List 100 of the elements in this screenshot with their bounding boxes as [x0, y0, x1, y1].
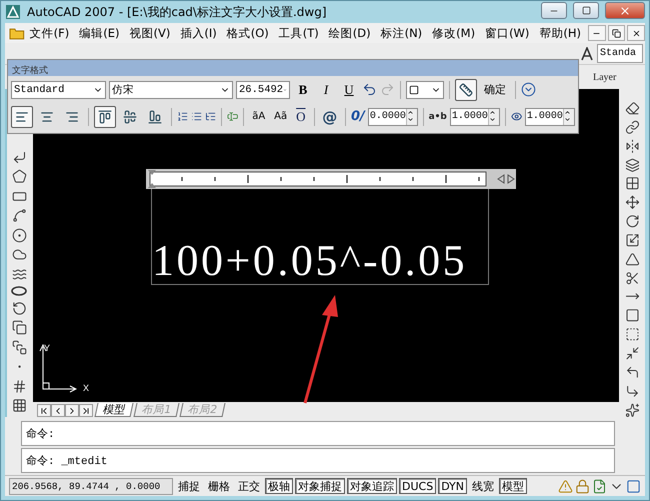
- menu-item[interactable]: 修改(M): [427, 26, 480, 40]
- menu-item[interactable]: 格式(O): [222, 26, 274, 40]
- hatch-icon[interactable]: [12, 378, 26, 394]
- close-button[interactable]: [605, 2, 645, 19]
- lock-icon[interactable]: [575, 478, 590, 494]
- down-icon: [564, 116, 571, 122]
- scale-icon[interactable]: [624, 232, 640, 248]
- ellipse-icon[interactable]: [11, 286, 27, 296]
- layout-tab[interactable]: 模型: [94, 403, 134, 417]
- first-tab-button[interactable]: [37, 404, 51, 417]
- mirror-icon[interactable]: [624, 138, 640, 154]
- arrows-icon[interactable]: [624, 346, 640, 361]
- overline-button[interactable]: O: [293, 106, 309, 126]
- format-button[interactable]: I: [316, 80, 336, 100]
- close-icon: [632, 28, 641, 38]
- width-factor-field[interactable]: 1.0000: [524, 108, 575, 126]
- options-icon[interactable]: [521, 82, 536, 97]
- chain-link-icon[interactable]: [624, 120, 640, 134]
- square-icon[interactable]: [626, 478, 641, 494]
- folder-icon[interactable]: [9, 26, 25, 40]
- copy-icon[interactable]: [12, 320, 26, 335]
- menu-item[interactable]: 绘图(D): [324, 26, 376, 40]
- format-button[interactable]: B: [293, 80, 313, 100]
- menu-item[interactable]: 文件(F): [24, 26, 74, 40]
- x-axis-label: X: [83, 383, 90, 393]
- stacked-squares-icon[interactable]: [12, 340, 26, 354]
- up-icon: [406, 108, 414, 116]
- close-icon: [619, 4, 631, 16]
- case-button[interactable]: Aã: [271, 106, 290, 126]
- minimize-button[interactable]: [588, 25, 606, 41]
- align-bottom-icon: [148, 110, 162, 124]
- ruler-icon: [459, 82, 473, 96]
- dashed-square-icon[interactable]: [624, 327, 640, 342]
- document-check-icon[interactable]: [592, 478, 607, 494]
- color-dropdown[interactable]: [406, 80, 444, 98]
- eraser-icon[interactable]: [624, 101, 640, 116]
- tracking-field[interactable]: 1.0000: [450, 108, 500, 126]
- ruler-toggle[interactable]: [455, 78, 477, 100]
- warning-icon[interactable]: [558, 478, 573, 494]
- style-dropdown[interactable]: Standard: [11, 80, 106, 98]
- hooked-arrow-icon[interactable]: [12, 150, 26, 164]
- window-title: AutoCAD 2007 - [E:\我的cad\标注文字大小设置.dwg]: [27, 4, 327, 20]
- status-toggle[interactable]: 极轴: [265, 478, 293, 494]
- case-button[interactable]: ãA: [249, 106, 268, 126]
- pentagon-icon[interactable]: [12, 169, 26, 184]
- restore-icon: [612, 28, 621, 38]
- menu-item[interactable]: 编辑(E): [74, 26, 124, 40]
- menu-item[interactable]: 插入(I): [175, 26, 222, 40]
- rotate-icon[interactable]: [624, 214, 640, 229]
- text-ruler[interactable]: [146, 169, 516, 189]
- curve-icon[interactable]: [12, 208, 26, 223]
- last-tab-button[interactable]: [79, 404, 93, 417]
- oblique-label: 0/: [351, 109, 365, 124]
- layers-icon[interactable]: [624, 158, 640, 172]
- previous-tab-button[interactable]: [51, 404, 65, 417]
- menu-item[interactable]: 视图(V): [124, 26, 176, 40]
- status-toggle[interactable]: 模型: [499, 478, 528, 494]
- circle-icon[interactable]: [12, 228, 26, 242]
- cloud-icon[interactable]: [12, 247, 26, 262]
- down-icon: [488, 116, 496, 122]
- height-dropdown[interactable]: 26.5492: [236, 80, 290, 98]
- text-style-combo[interactable]: Standa: [597, 44, 643, 63]
- align-top-icon: [98, 110, 112, 124]
- close-button[interactable]: [627, 25, 645, 41]
- ok-button[interactable]: 确定: [480, 80, 510, 100]
- menu-item[interactable]: 工具(T): [274, 26, 324, 40]
- grid-icon[interactable]: [624, 176, 640, 191]
- rotate-icon[interactable]: [12, 300, 26, 316]
- menu-item[interactable]: 帮助(H): [534, 26, 586, 40]
- corner-icon[interactable]: [624, 364, 640, 380]
- text-style-icon[interactable]: [580, 46, 594, 60]
- next-tab-button[interactable]: [65, 404, 79, 417]
- first-icon: [39, 406, 49, 416]
- align-left-button[interactable]: [11, 106, 33, 128]
- restore-button[interactable]: [608, 25, 626, 41]
- menu-item[interactable]: 窗口(W): [480, 26, 534, 40]
- maximize-button[interactable]: [573, 2, 599, 19]
- oblique-angle-field[interactable]: 0.0000: [368, 108, 418, 126]
- grid-icon[interactable]: [12, 398, 26, 413]
- square-icon[interactable]: [624, 308, 640, 323]
- status-toggle[interactable]: DUCS: [399, 478, 436, 494]
- status-toggle[interactable]: 对象追踪: [347, 478, 397, 494]
- wave-icon[interactable]: [12, 266, 26, 282]
- font-dropdown[interactable]: 仿宋: [109, 80, 233, 98]
- menu-item[interactable]: 标注(N): [376, 26, 428, 40]
- undo-icon[interactable]: [362, 82, 377, 97]
- minimize-button[interactable]: [541, 2, 567, 19]
- symbol-button[interactable]: @: [319, 106, 340, 126]
- status-toggle[interactable]: DYN: [438, 478, 468, 494]
- triangle-icon[interactable]: [624, 252, 640, 266]
- format-button[interactable]: U: [339, 80, 359, 100]
- sparkle-icon[interactable]: [624, 402, 640, 418]
- status-toggle[interactable]: 对象捕捉: [295, 478, 345, 494]
- move-icon[interactable]: [624, 195, 640, 210]
- corner-icon[interactable]: [624, 384, 640, 398]
- align-middle-icon: [122, 110, 137, 124]
- scissors-icon[interactable]: [624, 270, 640, 286]
- coordinates-display: 206.9568, 89.4744 , 0.0000: [9, 478, 173, 494]
- up-icon: [564, 108, 571, 116]
- align-top-button[interactable]: [94, 106, 116, 128]
